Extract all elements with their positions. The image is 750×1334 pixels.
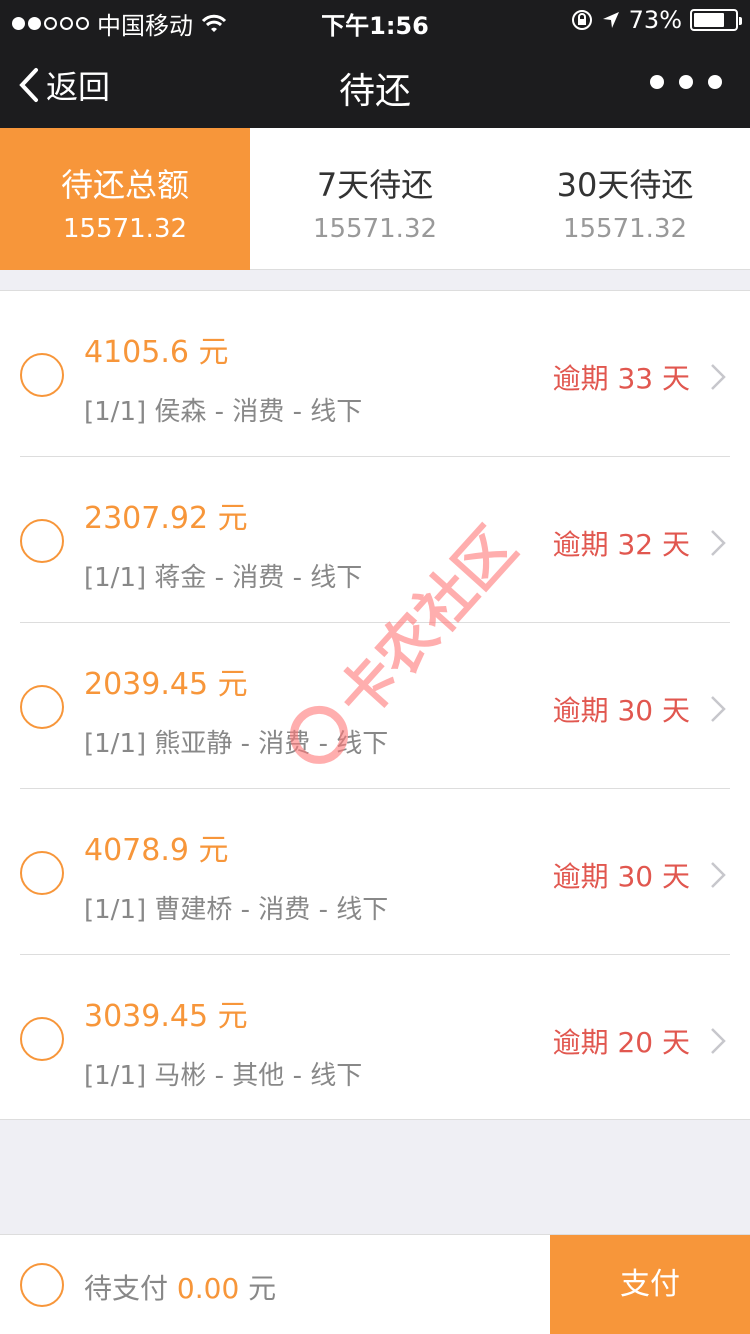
- list-item[interactable]: 4078.9 元 [1/1] 曹建桥 - 消费 - 线下 逾期 30 天: [0, 789, 750, 955]
- select-radio[interactable]: [20, 685, 64, 729]
- select-radio[interactable]: [20, 519, 64, 563]
- select-radio[interactable]: [20, 353, 64, 397]
- list-item[interactable]: 2307.92 元 [1/1] 蒋金 - 消费 - 线下 逾期 32 天: [0, 457, 750, 623]
- overdue-label: 逾期 20 天: [552, 1026, 690, 1059]
- chevron-right-icon: [711, 862, 726, 888]
- pay-button[interactable]: 支付: [550, 1235, 750, 1334]
- status-right: 73%: [571, 6, 742, 34]
- item-amount: 2307.92 元: [84, 501, 248, 536]
- status-bar: 中国移动 下午1:56 73%: [0, 0, 750, 40]
- page-title: 待还: [338, 71, 411, 112]
- payment-footer: 待支付 0.00 元 支付: [0, 1234, 750, 1334]
- item-amount: 2039.45 元: [84, 667, 248, 702]
- chevron-right-icon: [711, 1028, 726, 1054]
- pending-label: 待支付: [84, 1272, 169, 1305]
- tab-30-days[interactable]: 30天待还 15571.32: [500, 128, 750, 270]
- tab-total[interactable]: 待还总额 15571.32: [0, 128, 250, 270]
- chevron-right-icon: [711, 364, 726, 390]
- item-amount: 3039.45 元: [84, 999, 248, 1034]
- overdue-label: 逾期 33 天: [552, 362, 690, 395]
- more-button[interactable]: [650, 62, 722, 102]
- rotation-lock-icon: [571, 10, 592, 30]
- chevron-right-icon: [711, 696, 726, 722]
- item-description: [1/1] 马彬 - 其他 - 线下: [84, 1061, 363, 1091]
- select-radio[interactable]: [20, 1017, 64, 1061]
- more-dot-icon: [679, 75, 693, 89]
- more-dot-icon: [650, 75, 664, 89]
- item-description: [1/1] 蒋金 - 消费 - 线下: [84, 563, 363, 593]
- battery-percent: 73%: [628, 6, 682, 34]
- pending-amount: 0.00: [176, 1272, 240, 1305]
- list-item[interactable]: 2039.45 元 [1/1] 熊亚静 - 消费 - 线下 逾期 30 天: [0, 623, 750, 789]
- tab-label: 待还总额: [60, 166, 189, 204]
- overdue-label: 逾期 32 天: [552, 528, 690, 561]
- tab-label: 30天待还: [556, 166, 694, 204]
- tab-value: 15571.32: [312, 214, 438, 244]
- chevron-right-icon: [711, 530, 726, 556]
- repayment-list: 4105.6 元 [1/1] 侯森 - 消费 - 线下 逾期 33 天 2307…: [0, 290, 750, 1120]
- list-item[interactable]: 3039.45 元 [1/1] 马彬 - 其他 - 线下 逾期 20 天: [0, 955, 750, 1121]
- battery-icon: [690, 9, 742, 31]
- tab-label: 7天待还: [316, 166, 434, 204]
- nav-bar: 返回 待还: [0, 40, 750, 128]
- select-radio[interactable]: [20, 851, 64, 895]
- item-description: [1/1] 曹建桥 - 消费 - 线下: [84, 895, 389, 925]
- item-description: [1/1] 侯森 - 消费 - 线下: [84, 397, 363, 427]
- summary-tabs: 待还总额 15571.32 7天待还 15571.32 30天待还 15571.…: [0, 128, 750, 270]
- list-item[interactable]: 4105.6 元 [1/1] 侯森 - 消费 - 线下 逾期 33 天: [0, 291, 750, 457]
- overdue-label: 逾期 30 天: [552, 694, 690, 727]
- tab-value: 15571.32: [62, 214, 188, 244]
- tab-7-days[interactable]: 7天待还 15571.32: [250, 128, 500, 270]
- tab-value: 15571.32: [562, 214, 688, 244]
- item-amount: 4078.9 元: [84, 833, 229, 868]
- top-bar: 中国移动 下午1:56 73% 返回 待还: [0, 0, 750, 128]
- pending-payment: 待支付 0.00 元: [84, 1267, 276, 1307]
- location-icon: [602, 12, 619, 28]
- item-description: [1/1] 熊亚静 - 消费 - 线下: [84, 729, 389, 759]
- item-amount: 4105.6 元: [84, 335, 229, 370]
- pending-unit: 元: [248, 1272, 277, 1305]
- select-all-radio[interactable]: [20, 1263, 64, 1307]
- overdue-label: 逾期 30 天: [552, 860, 690, 893]
- more-dot-icon: [708, 75, 722, 89]
